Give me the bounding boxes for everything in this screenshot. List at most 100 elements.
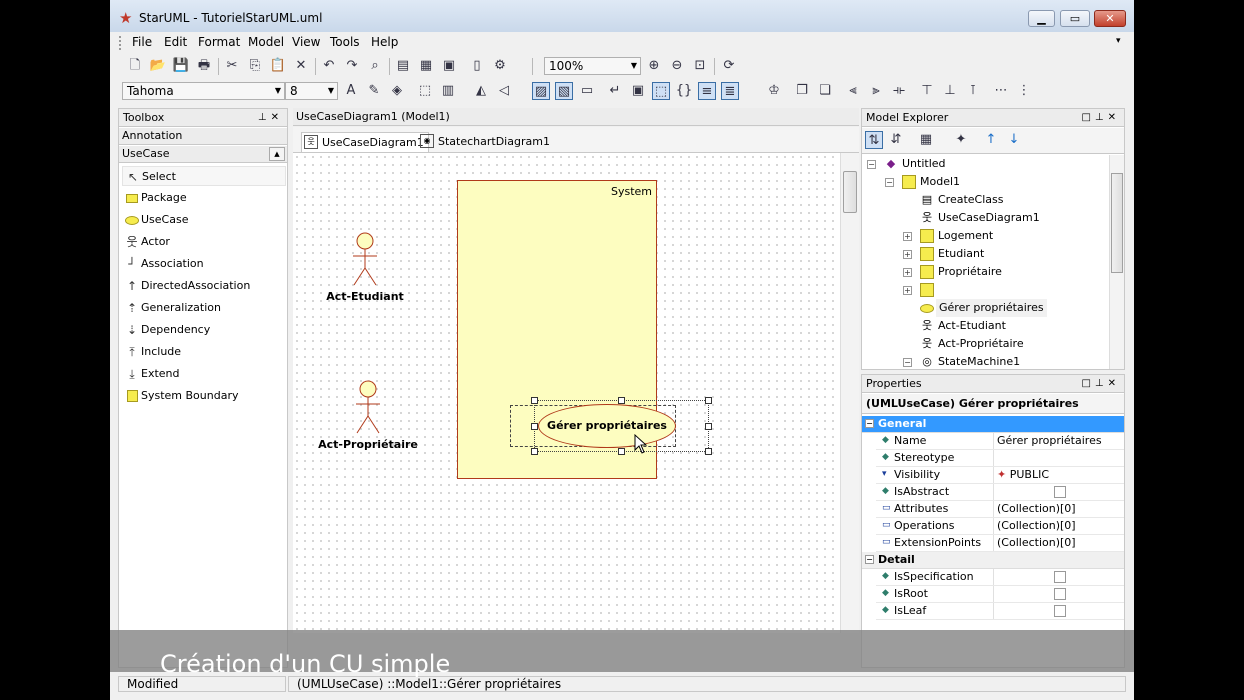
font-color-icon[interactable]: A xyxy=(342,82,360,100)
document-icon[interactable]: ▯ xyxy=(468,57,486,75)
menu-help[interactable]: Help xyxy=(371,35,398,49)
resize-handle[interactable] xyxy=(705,448,712,455)
sort-by-kind-icon[interactable]: ⇅ xyxy=(865,131,883,149)
line-style-icon[interactable]: ◁ xyxy=(495,82,513,100)
property-row-operations[interactable]: ▭ Operations (Collection)[0] xyxy=(876,518,1124,535)
tree-expander-icon[interactable]: + xyxy=(903,250,912,259)
isleaf-checkbox[interactable] xyxy=(1054,605,1066,617)
refresh-icon[interactable]: ⟳ xyxy=(720,57,738,75)
property-value[interactable]: Gérer propriétaires xyxy=(993,433,1124,449)
toolbox-item-generalization[interactable]: ⇡ Generalization xyxy=(122,298,286,318)
toolbox-item-select[interactable]: ↖ Select xyxy=(122,166,286,186)
align-left-icon[interactable]: ⫷ xyxy=(844,82,862,100)
menu-view[interactable]: View xyxy=(292,35,320,49)
font-size-combo[interactable]: 8 ▼ xyxy=(285,82,338,100)
collapse-icon[interactable]: − xyxy=(865,419,874,428)
tree-expander-icon[interactable]: − xyxy=(903,358,912,367)
resize-handle[interactable] xyxy=(618,397,625,404)
style-icon[interactable]: ◭ xyxy=(472,82,490,100)
toolbox-section-annotation[interactable]: Annotation xyxy=(119,128,287,145)
maximize-button[interactable]: ▭ xyxy=(1060,10,1090,27)
cut-icon[interactable]: ✂ xyxy=(223,57,241,75)
show-operation-signature-icon[interactable]: ≣ xyxy=(721,82,739,100)
isspecification-checkbox[interactable] xyxy=(1054,571,1066,583)
align-bottom-icon[interactable]: ⊥ xyxy=(941,82,959,100)
filter-icon[interactable]: ✦ xyxy=(952,131,970,149)
auto-resize-icon[interactable]: ⬚ xyxy=(652,82,670,100)
diagram-icon[interactable]: ▤ xyxy=(394,57,412,75)
property-value[interactable]: (Collection)[0] xyxy=(993,501,1124,517)
menu-file[interactable]: File xyxy=(132,35,152,49)
minimize-button[interactable]: ▁ xyxy=(1028,10,1055,27)
property-value-cell[interactable] xyxy=(993,484,1124,500)
properties-category-general[interactable]: − General xyxy=(862,416,1124,433)
layout-icon[interactable]: ♔ xyxy=(765,82,783,100)
menu-edit[interactable]: Edit xyxy=(164,35,187,49)
close-button[interactable]: ✕ xyxy=(1094,10,1126,27)
open-folder-icon[interactable]: 📂 xyxy=(149,57,167,75)
property-row-visibility[interactable]: ▾ Visibility ✦ PUBLIC xyxy=(876,467,1124,484)
zoom-out-icon[interactable]: ⊖ xyxy=(668,57,686,75)
isabstract-checkbox[interactable] xyxy=(1054,486,1066,498)
toolbox-item-actor[interactable]: 웃 Actor xyxy=(122,232,286,252)
new-file-icon[interactable]: 🗋 xyxy=(126,57,144,75)
distribute-icon[interactable]: ⋮ xyxy=(1015,82,1033,100)
property-value[interactable]: (Collection)[0] xyxy=(993,535,1124,551)
property-value-cell[interactable] xyxy=(993,586,1124,602)
font-name-combo[interactable]: Tahoma ▼ xyxy=(122,82,285,100)
braces-icon[interactable]: {} xyxy=(675,82,693,100)
align-middle-icon[interactable]: ⊺ xyxy=(964,82,982,100)
resize-handle[interactable] xyxy=(531,423,538,430)
send-to-back-icon[interactable]: ❏ xyxy=(816,82,834,100)
menu-model[interactable]: Model xyxy=(248,35,284,49)
align-center-icon[interactable]: ⟛ xyxy=(890,82,908,100)
fill-color-icon[interactable]: ◈ xyxy=(388,82,406,100)
pin-close-icons[interactable]: ⊥✕ xyxy=(258,109,283,126)
find-icon[interactable]: ⌕ xyxy=(366,57,384,75)
canvas-vertical-scrollbar[interactable] xyxy=(840,153,859,633)
show-compartment-icon[interactable]: ▨ xyxy=(532,82,550,100)
copy-icon[interactable]: ⎘ xyxy=(246,57,264,75)
property-row-stereotype[interactable]: ◆ Stereotype xyxy=(876,450,1124,467)
property-value[interactable] xyxy=(993,450,1124,466)
property-value[interactable]: (Collection)[0] xyxy=(993,518,1124,534)
menu-tools[interactable]: Tools xyxy=(330,35,360,49)
delete-icon[interactable]: ✕ xyxy=(292,57,310,75)
zoom-combo[interactable]: 100% ▼ xyxy=(544,57,641,75)
toolbox-item-usecase[interactable]: UseCase xyxy=(122,210,286,230)
property-row-extensionpoints[interactable]: ▭ ExtensionPoints (Collection)[0] xyxy=(876,535,1124,552)
tree-expander-icon[interactable]: + xyxy=(903,286,912,295)
undo-icon[interactable]: ↶ xyxy=(320,57,338,75)
toolbox-item-association[interactable]: ┘ Association xyxy=(122,254,286,274)
move-up-icon[interactable]: ↑ xyxy=(982,131,1000,149)
property-row-isroot[interactable]: ◆ IsRoot xyxy=(876,586,1124,603)
collapse-icon[interactable]: − xyxy=(865,555,874,564)
toolbox-item-directed-association[interactable]: ↑ DirectedAssociation xyxy=(122,276,286,296)
toolbox-item-package[interactable]: Package xyxy=(122,188,286,208)
bring-to-front-icon[interactable]: ❐ xyxy=(793,82,811,100)
scrollbar-thumb[interactable] xyxy=(1111,173,1123,273)
tree-expander-icon[interactable]: − xyxy=(867,160,876,169)
collapse-up-icon[interactable]: ▲ xyxy=(269,147,285,161)
property-value-cell[interactable] xyxy=(993,603,1124,619)
suppress-attributes-icon[interactable]: ▧ xyxy=(555,82,573,100)
toolbox-item-include[interactable]: ⤒ Include xyxy=(122,342,286,362)
isroot-checkbox[interactable] xyxy=(1054,588,1066,600)
resize-handle[interactable] xyxy=(618,448,625,455)
align-icon[interactable]: ▥ xyxy=(439,82,457,100)
zoom-in-icon[interactable]: ⊕ xyxy=(645,57,663,75)
diagram-export-icon[interactable]: ▣ xyxy=(440,57,458,75)
toolbox-item-extend[interactable]: ⤓ Extend xyxy=(122,364,286,384)
diagram-add-icon[interactable]: ▦ xyxy=(417,57,435,75)
resize-handle[interactable] xyxy=(531,448,538,455)
toolbox-item-dependency[interactable]: ⇣ Dependency xyxy=(122,320,286,340)
scrollbar-thumb[interactable] xyxy=(843,171,857,213)
resize-handle[interactable] xyxy=(705,397,712,404)
word-wrap-icon[interactable]: ↵ xyxy=(606,82,624,100)
zoom-fit-icon[interactable]: ⊡ xyxy=(691,57,709,75)
window-pin-close-icons[interactable]: □⊥✕ xyxy=(1081,109,1120,126)
toolbox-item-system-boundary[interactable]: System Boundary xyxy=(122,386,286,406)
print-icon[interactable]: 🖶 xyxy=(195,57,213,75)
tree-expander-icon[interactable]: − xyxy=(885,178,894,187)
move-down-icon[interactable]: ↓ xyxy=(1005,131,1023,149)
